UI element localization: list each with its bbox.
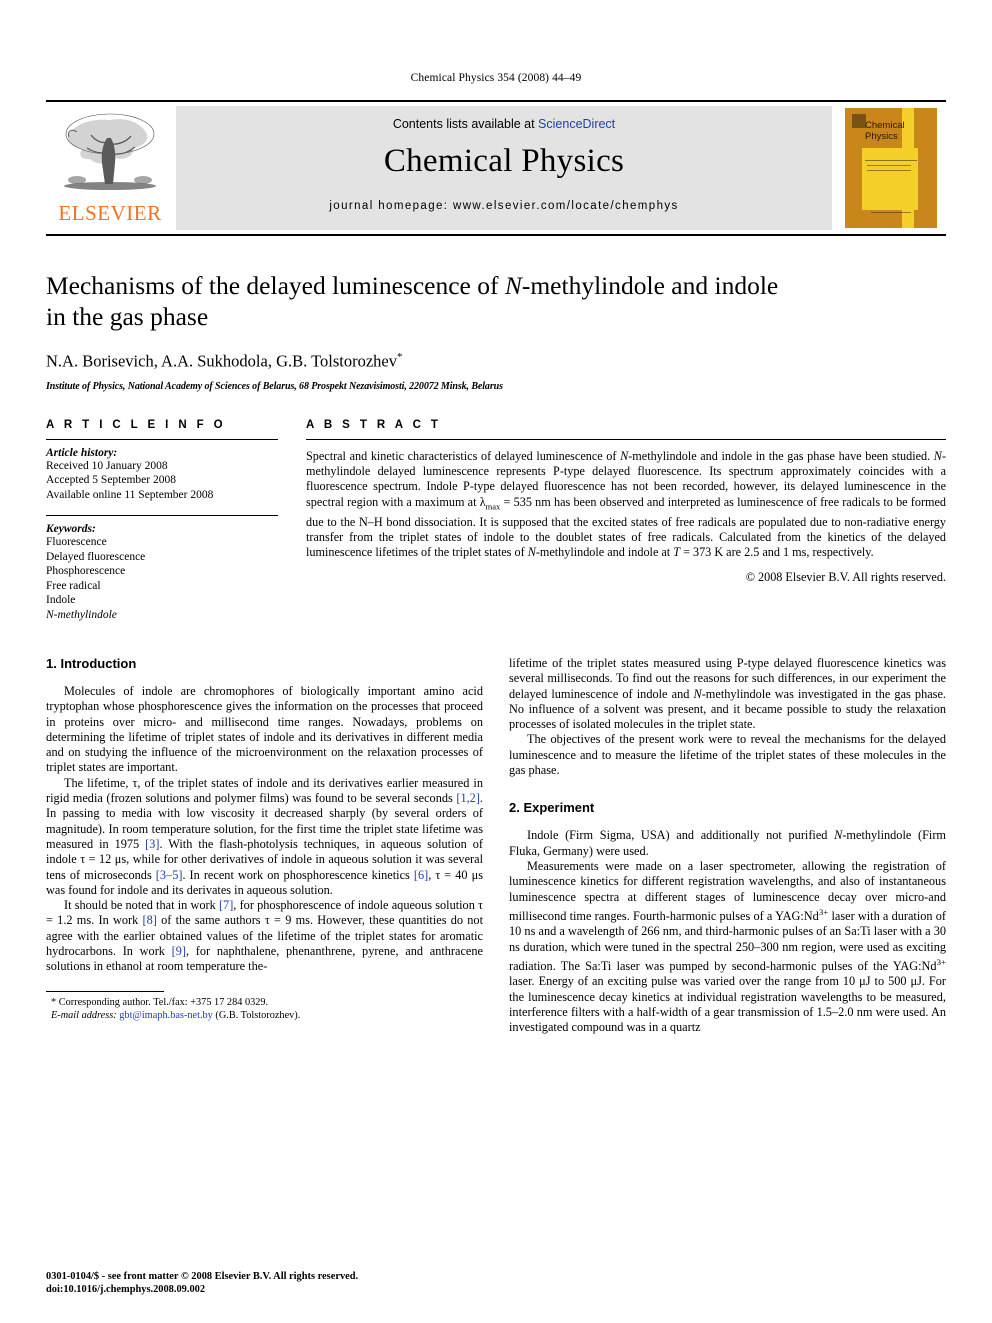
article-info-column: A R T I C L E I N F O Article history: R… (46, 419, 278, 623)
keyword-item: Indole (46, 594, 76, 606)
intro-paragraph-3-part: It should be noted that in work [7], for… (46, 898, 483, 974)
keywords-label: Keywords: (46, 523, 96, 535)
article-info-divider (46, 438, 278, 440)
author-list: N.A. Borisevich, A.A. Sukhodola, G.B. To… (46, 351, 946, 372)
intro-paragraph-3-continued: lifetime of the triplet states measured … (509, 656, 946, 732)
cover-rule-2 (867, 165, 911, 166)
email-label: E-mail address: (51, 1009, 117, 1021)
footnote-email-line: E-mail address: gbt@imaph.bas-net.by (G.… (46, 1009, 483, 1022)
body-columns: 1. Introduction Molecules of indole are … (46, 656, 946, 1035)
journal-title: Chemical Physics (383, 143, 625, 179)
cover-title-line1: Chemical (865, 120, 905, 131)
intro-paragraph-2: The lifetime, τ, of the triplet states o… (46, 775, 483, 897)
elsevier-tree-icon (64, 113, 156, 190)
page-footer: 0301-0104/$ - see front matter © 2008 El… (46, 1270, 358, 1296)
history-accepted: Accepted 5 September 2008 (46, 474, 176, 486)
footer-front-matter: 0301-0104/$ - see front matter © 2008 El… (46, 1271, 359, 1282)
email-owner: (G.B. Tolstorozhev). (215, 1009, 301, 1021)
abstract-column: A B S T R A C T Spectral and kinetic cha… (306, 419, 946, 623)
cover-elsevier-mark-icon (852, 114, 866, 128)
history-received: Received 10 January 2008 (46, 459, 168, 472)
intro-paragraph-1: Molecules of indole are chromophores of … (46, 684, 483, 775)
elsevier-logo: ELSEVIER (46, 102, 174, 234)
email-link[interactable]: gbt@imaph.bas-net.by (119, 1010, 213, 1021)
contents-line: Contents lists available at ScienceDirec… (393, 117, 615, 131)
body-column-left: 1. Introduction Molecules of indole are … (46, 656, 483, 1035)
title-part-a: Mechanisms of the delayed luminescence o… (46, 271, 505, 300)
running-head: Chemical Physics 354 (2008) 44–49 (410, 72, 582, 84)
article-page: Chemical Physics 354 (2008) 44–49 ELSEVI… (0, 0, 992, 1323)
footnote-corresponding-text: Corresponding author. Tel./fax: +375 17 … (58, 996, 269, 1008)
sciencedirect-link[interactable]: ScienceDirect (538, 117, 615, 131)
info-abstract-region: A R T I C L E I N F O Article history: R… (46, 419, 946, 623)
footer-doi: doi:10.1016/j.chemphys.2008.09.002 (46, 1284, 206, 1295)
history-available-online: Available online 11 September 2008 (46, 488, 214, 501)
title-block: Mechanisms of the delayed luminescence o… (46, 270, 946, 392)
article-info-heading: A R T I C L E I N F O (46, 418, 227, 431)
author-names: N.A. Borisevich, A.A. Sukhodola, G.B. To… (46, 351, 397, 371)
section-heading-introduction: 1. Introduction (46, 656, 137, 671)
abstract-divider (306, 438, 946, 440)
cover-rule-3 (867, 170, 911, 171)
section-heading-experiment: 2. Experiment (509, 800, 595, 816)
article-history-label: Article history: (46, 446, 118, 459)
abstract-body: Spectral and kinetic characteristics of … (306, 448, 946, 560)
keywords-divider (46, 515, 278, 516)
affiliation: Institute of Physics, National Academy o… (46, 380, 503, 392)
journal-cover-thumbnail: Chemical Physics (836, 102, 946, 234)
cover-rule-1 (865, 160, 917, 161)
contents-prefix: Contents lists available at (392, 117, 539, 131)
cover-title-line2: Physics (865, 131, 898, 142)
body-column-right: lifetime of the triplet states measured … (509, 656, 946, 1035)
footnote-marker: * (51, 996, 57, 1008)
banner-center: Contents lists available at ScienceDirec… (176, 106, 832, 230)
cover-rule-4 (871, 212, 911, 213)
keyword-item: Fluorescence (46, 536, 107, 548)
keyword-item: Delayed fluorescence (46, 550, 146, 563)
intro-paragraph-4: The objectives of the present work were … (509, 732, 946, 778)
corresponding-author-marker: * (396, 351, 403, 363)
cover-title: Chemical Physics (865, 120, 905, 142)
cover-yellow-block (862, 148, 918, 210)
corresponding-author-footnote: * Corresponding author. Tel./fax: +375 1… (46, 990, 483, 1022)
journal-homepage-link[interactable]: journal homepage: www.elsevier.com/locat… (329, 200, 678, 212)
abstract-copyright: © 2008 Elsevier B.V. All rights reserved… (745, 569, 946, 584)
elsevier-wordmark: ELSEVIER (58, 201, 162, 225)
cover-image: Chemical Physics (845, 108, 937, 228)
abstract-heading: A B S T R A C T (306, 418, 442, 431)
title-line2: in the gas phase (46, 302, 209, 331)
keywords-block: Keywords: Fluorescence Delayed fluoresce… (46, 515, 278, 622)
title-italic-N: N (504, 271, 522, 300)
keyword-item: N-methylindole (46, 608, 117, 621)
experiment-paragraph-1: Indole (Firm Sigma, USA) and additionall… (509, 828, 946, 858)
keyword-item: Phosphorescence (46, 565, 126, 577)
journal-banner: ELSEVIER Contents lists available at Sci… (46, 100, 946, 236)
title-part-b: -methylindole and indole (521, 271, 779, 300)
experiment-paragraph-2: Measurements were made on a laser spectr… (509, 858, 946, 1035)
page-title: Mechanisms of the delayed luminescence o… (46, 270, 946, 332)
keyword-item: Free radical (46, 579, 101, 592)
footnote-corresponding: * Corresponding author. Tel./fax: +375 1… (46, 996, 483, 1009)
